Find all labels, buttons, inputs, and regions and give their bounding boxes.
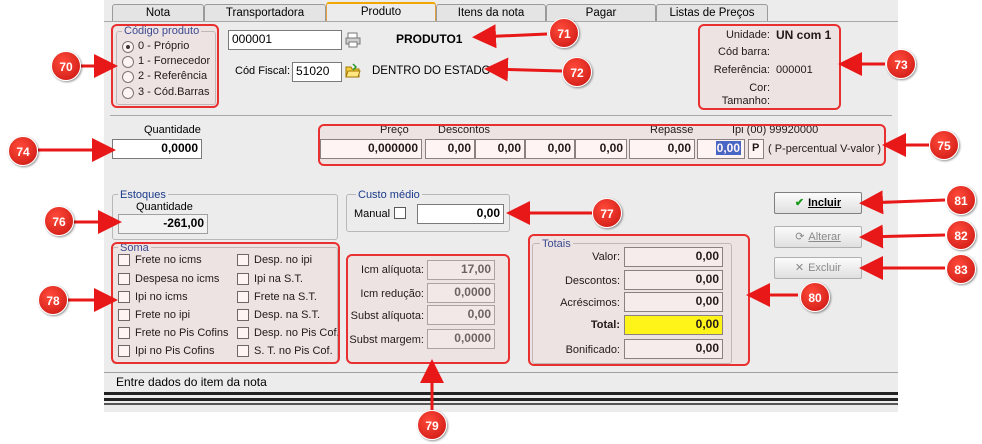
- badge-71: 71: [549, 18, 579, 48]
- badge-76: 76: [44, 206, 74, 236]
- badge-77: 77: [592, 198, 622, 228]
- badge-75: 75: [929, 130, 959, 160]
- badge-70: 70: [51, 51, 81, 81]
- badge-72: 72: [562, 57, 592, 87]
- badge-79: 79: [417, 410, 447, 440]
- badge-73: 73: [886, 49, 916, 79]
- badge-74: 74: [8, 136, 38, 166]
- annotation-arrows: [38, 24, 946, 412]
- badge-80: 80: [800, 282, 830, 312]
- badge-82: 82: [946, 220, 976, 250]
- badge-81: 81: [946, 185, 976, 215]
- badge-83: 83: [946, 254, 976, 284]
- badge-78: 78: [38, 285, 68, 315]
